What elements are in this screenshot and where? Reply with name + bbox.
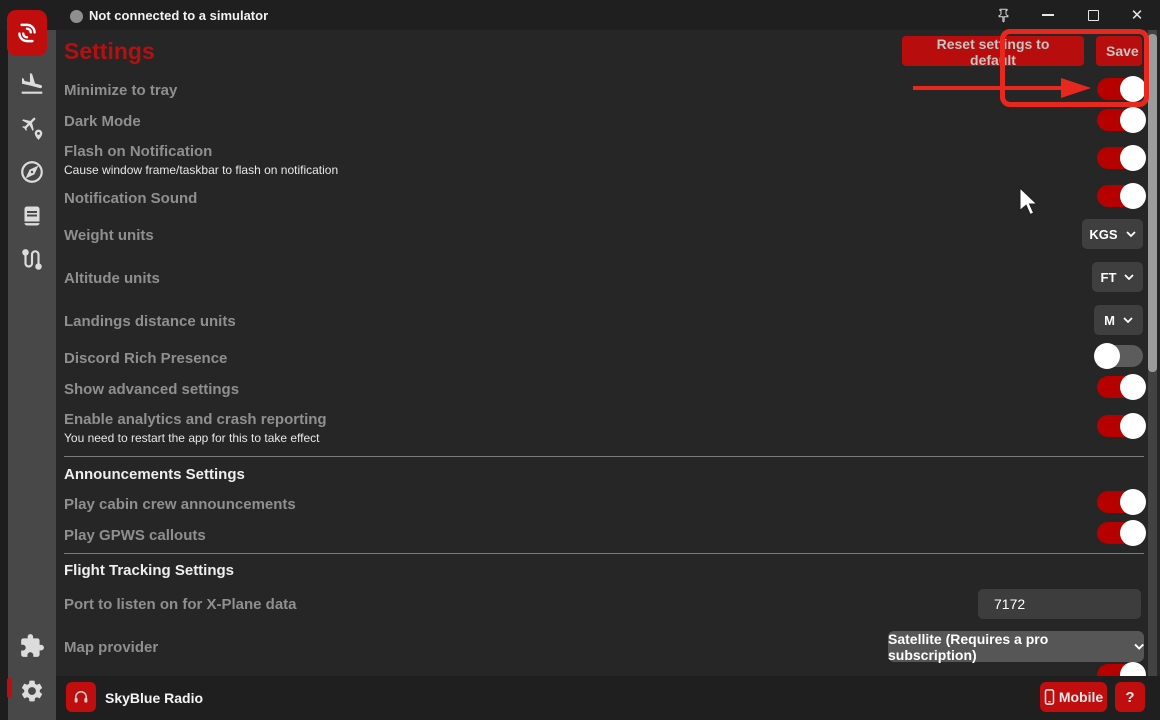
section-divider	[64, 456, 1144, 457]
section-heading-announcements: Announcements Settings	[64, 466, 245, 483]
setting-label-notification-sound: Notification Sound	[64, 190, 197, 207]
flight-location-icon	[19, 115, 45, 141]
window-left-edge	[0, 0, 8, 720]
mobile-button-label: Mobile	[1059, 689, 1103, 705]
mouse-cursor	[1016, 186, 1042, 216]
chevron-down-icon	[1134, 643, 1144, 650]
minimize-button[interactable]	[1031, 0, 1065, 30]
sidebar-item-routes[interactable]	[18, 246, 46, 274]
toggle-knob	[1120, 413, 1146, 439]
setting-label-altitude-units: Altitude units	[64, 270, 160, 287]
chevron-down-icon	[1126, 231, 1136, 237]
help-button[interactable]: ?	[1115, 682, 1145, 712]
pin-window-button[interactable]	[986, 0, 1020, 30]
setting-sublabel-enable-analytics: You need to restart the app for this to …	[64, 431, 320, 445]
reset-settings-button[interactable]: Reset settings to default	[902, 36, 1084, 66]
annotation-arrow	[905, 70, 1097, 106]
select-landings-distance-units[interactable]: M	[1094, 305, 1143, 335]
app-logo[interactable]	[7, 10, 47, 56]
compass-icon	[19, 159, 45, 185]
connection-status-dot	[70, 10, 83, 23]
toggle-show-advanced-settings[interactable]	[1097, 376, 1143, 398]
select-map-provider[interactable]: Satellite (Requires a pro subscription)	[888, 631, 1144, 662]
setting-label-minimize-to-tray: Minimize to tray	[64, 82, 177, 99]
sidebar-item-settings[interactable]	[18, 677, 46, 705]
toggle-knob	[1120, 76, 1146, 102]
setting-label-gpws-callouts: Play GPWS callouts	[64, 527, 206, 544]
select-altitude-units[interactable]: FT	[1092, 262, 1143, 292]
toggle-knob	[1094, 343, 1120, 369]
headphones-icon	[72, 688, 90, 706]
active-nav-indicator	[7, 678, 12, 698]
setting-label-cabin-crew-announcements: Play cabin crew announcements	[64, 496, 296, 513]
setting-label-enable-analytics: Enable analytics and crash reporting	[64, 411, 327, 428]
sidebar-item-logbook[interactable]	[18, 202, 46, 230]
setting-label-weight-units: Weight units	[64, 227, 154, 244]
select-value: Satellite (Requires a pro subscription)	[888, 631, 1126, 663]
sidebar-item-plugins[interactable]	[18, 632, 46, 660]
radio-label: SkyBlue Radio	[105, 690, 203, 706]
footer-bar: SkyBlue Radio Mobile ?	[56, 676, 1160, 720]
toggle-notification-sound[interactable]	[1097, 185, 1143, 207]
setting-label-show-advanced-settings: Show advanced settings	[64, 381, 239, 398]
setting-label-map-provider: Map provider	[64, 639, 158, 656]
toggle-knob	[1120, 520, 1146, 546]
minimize-icon	[1042, 14, 1054, 16]
toggle-knob	[1120, 107, 1146, 133]
toggle-discord-rich-presence[interactable]	[1097, 345, 1143, 367]
toggle-cabin-crew-announcements[interactable]	[1097, 491, 1143, 513]
gear-icon	[19, 678, 45, 704]
sidebar-item-navigation[interactable]	[18, 158, 46, 186]
setting-label-flash-on-notification: Flash on Notification	[64, 143, 212, 160]
pushpin-icon	[996, 8, 1011, 23]
logbook-icon	[20, 204, 44, 228]
skyblue-connect-logo-icon	[14, 20, 40, 46]
radio-button[interactable]	[66, 682, 96, 712]
route-icon	[19, 247, 45, 273]
toggle-knob	[1120, 145, 1146, 171]
save-button[interactable]: Save	[1096, 36, 1142, 66]
maximize-icon	[1088, 10, 1099, 21]
setting-label-xplane-port: Port to listen on for X-Plane data	[64, 596, 297, 613]
select-weight-units[interactable]: KGS	[1082, 219, 1143, 249]
titlebar: Not connected to a simulator ✕	[0, 0, 1160, 30]
toggle-minimize-to-tray[interactable]	[1097, 78, 1143, 100]
section-divider	[64, 553, 1144, 554]
app-window: Not connected to a simulator ✕	[0, 0, 1160, 720]
setting-label-discord-rich-presence: Discord Rich Presence	[64, 350, 227, 367]
close-icon: ✕	[1131, 6, 1144, 24]
puzzle-icon	[19, 633, 45, 659]
toggle-enable-analytics[interactable]	[1097, 415, 1143, 437]
setting-label-dark-mode: Dark Mode	[64, 113, 141, 130]
select-value: M	[1104, 313, 1115, 328]
sidebar-item-flights[interactable]	[18, 70, 46, 98]
flight-landing-icon	[19, 71, 45, 97]
mobile-button[interactable]: Mobile	[1040, 682, 1107, 712]
scrollbar-thumb[interactable]	[1148, 34, 1157, 372]
section-heading-flight-tracking: Flight Tracking Settings	[64, 562, 234, 579]
toggle-gpws-callouts[interactable]	[1097, 522, 1143, 544]
phone-icon	[1044, 689, 1055, 705]
toggle-knob	[1120, 183, 1146, 209]
close-button[interactable]: ✕	[1120, 0, 1154, 30]
toggle-knob	[1120, 374, 1146, 400]
maximize-button[interactable]	[1076, 0, 1110, 30]
setting-sublabel-flash-on-notification: Cause window frame/taskbar to flash on n…	[64, 163, 338, 177]
xplane-port-input[interactable]	[978, 589, 1141, 619]
select-value: KGS	[1089, 227, 1117, 242]
sidebar	[8, 28, 56, 720]
toggle-dark-mode[interactable]	[1097, 109, 1143, 131]
page-title: Settings	[64, 38, 155, 65]
chevron-down-icon	[1123, 317, 1133, 323]
select-value: FT	[1101, 270, 1117, 285]
toggle-knob	[1120, 489, 1146, 515]
connection-status-text: Not connected to a simulator	[89, 8, 268, 23]
sidebar-item-flight-tracking[interactable]	[18, 114, 46, 142]
setting-label-landings-distance-units: Landings distance units	[64, 313, 236, 330]
chevron-down-icon	[1124, 274, 1134, 280]
toggle-flash-on-notification[interactable]	[1097, 147, 1143, 169]
